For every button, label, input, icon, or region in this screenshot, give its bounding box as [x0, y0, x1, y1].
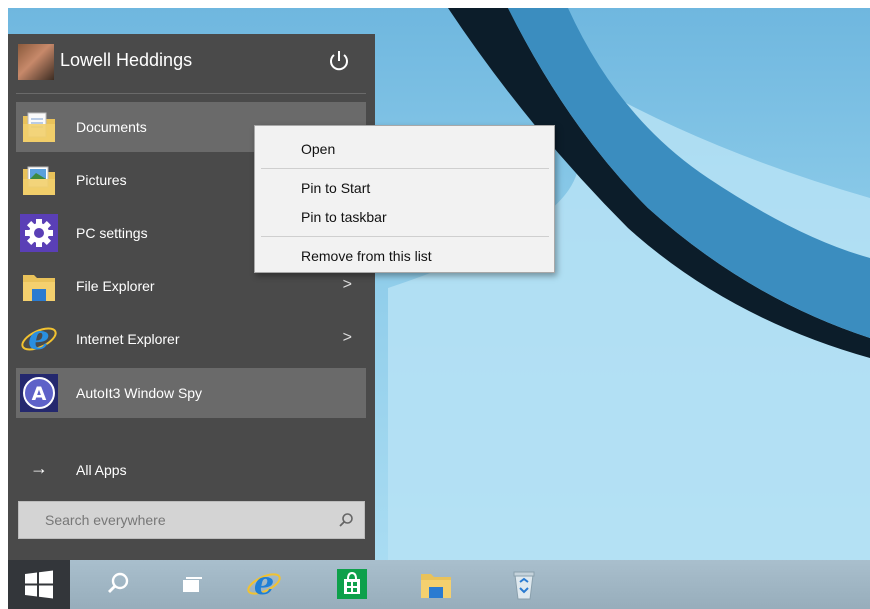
start-button[interactable] — [8, 560, 70, 609]
start-item-label: Internet Explorer — [76, 331, 180, 347]
internet-explorer-icon: e — [20, 318, 58, 358]
divider — [261, 168, 549, 169]
recycle-bin-icon[interactable] — [506, 566, 542, 602]
start-item-autoit3-window-spy[interactable]: A AutoIt3 Window Spy — [16, 368, 366, 418]
start-item-label: AutoIt3 Window Spy — [76, 385, 203, 401]
autoit-icon: A — [20, 374, 58, 412]
search-icon[interactable] — [100, 566, 136, 602]
search-box[interactable] — [18, 501, 365, 539]
chevron-right-icon[interactable]: > — [343, 329, 352, 347]
start-menu: Lowell Heddings Documents Pictures PC se… — [8, 34, 375, 560]
internet-explorer-icon[interactable]: e — [246, 564, 282, 602]
chevron-right-icon[interactable]: > — [343, 276, 352, 294]
divider — [261, 236, 549, 237]
arrow-right-icon: → — [30, 458, 48, 478]
user-name: Lowell Heddings — [60, 50, 193, 70]
avatar[interactable] — [18, 44, 54, 80]
task-view-icon[interactable] — [173, 566, 209, 602]
start-item-label: Documents — [76, 119, 147, 135]
search-icon[interactable] — [338, 512, 354, 528]
svg-text:e: e — [254, 566, 274, 602]
context-item-label: Pin to taskbar — [301, 209, 387, 225]
search-input[interactable] — [19, 502, 319, 538]
start-item-label: PC settings — [76, 225, 148, 241]
pictures-folder-icon — [20, 161, 58, 199]
context-item-open[interactable]: Open — [255, 134, 555, 162]
gear-icon — [20, 214, 58, 252]
context-item-pin-to-start[interactable]: Pin to Start — [255, 173, 555, 201]
file-explorer-icon[interactable] — [418, 566, 454, 602]
start-item-label: Pictures — [76, 172, 127, 188]
all-apps-label: All Apps — [76, 462, 127, 478]
start-item-label: File Explorer — [76, 278, 155, 294]
power-icon[interactable] — [326, 48, 352, 74]
divider — [16, 93, 366, 94]
svg-text:A: A — [32, 383, 47, 405]
store-icon[interactable] — [334, 566, 370, 602]
file-explorer-icon — [20, 267, 58, 305]
context-item-label: Pin to Start — [301, 180, 371, 196]
context-item-label: Open — [301, 141, 336, 157]
taskbar: e — [8, 560, 870, 609]
context-item-label: Remove from this list — [301, 248, 432, 264]
context-menu: Open Pin to Start Pin to taskbar Remove … — [254, 125, 555, 273]
user-account[interactable]: Lowell Heddings — [8, 34, 375, 88]
context-item-pin-to-taskbar[interactable]: Pin to taskbar — [255, 202, 555, 230]
documents-folder-icon — [20, 108, 58, 146]
svg-text:e: e — [28, 320, 50, 358]
all-apps-button[interactable]: → All Apps — [16, 452, 366, 488]
windows-start-icon — [25, 570, 53, 599]
start-item-internet-explorer[interactable]: e Internet Explorer > — [16, 314, 366, 364]
context-item-remove-from-list[interactable]: Remove from this list — [255, 241, 555, 269]
